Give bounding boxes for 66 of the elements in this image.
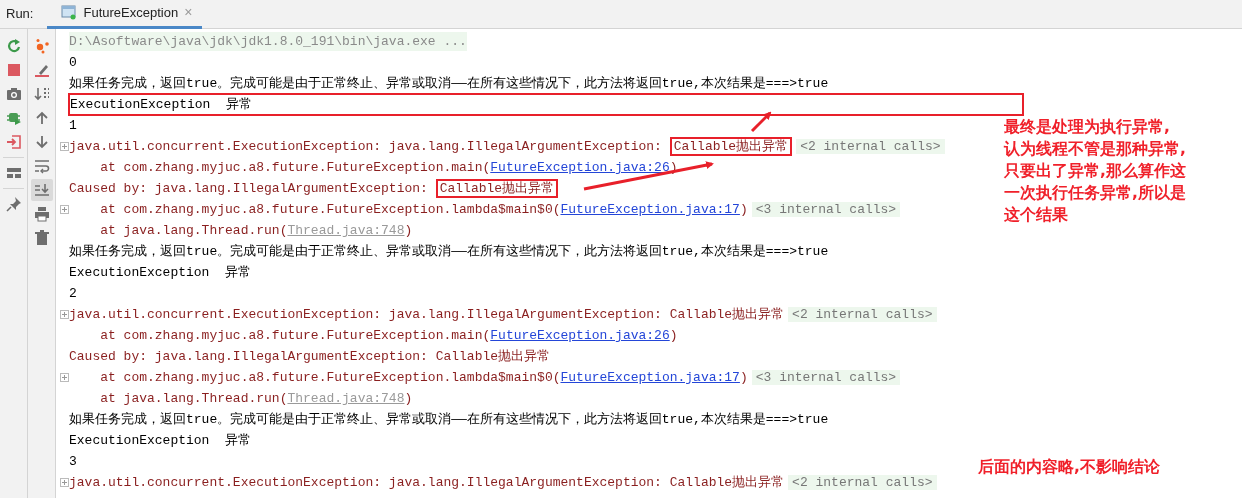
console-text: ) [739, 202, 748, 217]
highlighted-text: Callable抛出异常 [669, 137, 793, 156]
highlighted-text: Callable抛出异常 [435, 179, 559, 198]
run-label: Run: [5, 5, 35, 24]
internal-calls-hint: <2 internal calls> [788, 307, 937, 322]
bug-icon[interactable] [6, 110, 22, 126]
console-text: D:\Asoftware\java\jdk\jdk1.8.0_191\bin\java.exe ... [69, 34, 467, 49]
console-text: Caused by: java.lang.IllegalArgumentException: [69, 181, 429, 196]
console-text: ) [739, 370, 748, 385]
expand-icon[interactable] [60, 142, 69, 151]
console-text: at java.lang.Thread.run( [99, 391, 288, 406]
console-text: 2 [69, 286, 77, 301]
down-arrow-icon[interactable] [34, 134, 50, 150]
console-text: at com.zhang.myjuc.a8.future.FutureException.lambda$main$0( [99, 370, 561, 385]
console-text: 0 [69, 55, 77, 70]
run-tab[interactable]: FutureException × [47, 0, 203, 29]
console-text: ) [404, 223, 413, 238]
console-text: at com.zhang.myjuc.a8.future.FutureException.main( [99, 328, 491, 343]
annotation-note: 最终是处理为执行异常, [1004, 117, 1171, 138]
source-link[interactable]: FutureException.java:17 [560, 370, 740, 385]
console-text: at com.zhang.myjuc.a8.future.FutureException.main( [99, 160, 491, 175]
console-text: 如果任务完成，返回true。完成可能是由于正常终止、异常或取消——在所有这些情况下，此方法将返回true,本次结果是===>true [69, 76, 829, 91]
window-icon [61, 5, 78, 20]
annotation-note: 这个结果 [1004, 205, 1069, 226]
source-link[interactable]: FutureException.java:17 [560, 202, 740, 217]
up-arrow-icon[interactable] [34, 110, 50, 126]
camera-icon[interactable] [6, 86, 22, 102]
wrap-icon[interactable] [34, 158, 50, 174]
annotation-note: 认为线程不管是那种异常, [1004, 139, 1186, 160]
rerun-icon[interactable] [6, 38, 22, 54]
stop-icon[interactable] [6, 62, 22, 78]
console-text: 3 [69, 454, 77, 469]
console-text: java.util.concurrent.ExecutionException: java.lang.IllegalArgumentException: Callable抛出异常 [69, 475, 785, 490]
expand-icon[interactable] [60, 373, 69, 382]
internal-calls-hint: <2 internal calls> [788, 475, 937, 490]
console-text: java.util.concurrent.ExecutionException: java.lang.IllegalArgumentException: Callable抛出异常 [69, 307, 785, 322]
console-text: Caused by: java.lang.IllegalArgumentException: Callable抛出异常 [69, 349, 551, 364]
annotation-note: 只要出了异常,那么算作这 [1004, 161, 1186, 182]
exit-icon[interactable] [6, 134, 22, 150]
dots-icon[interactable] [34, 38, 50, 54]
expand-icon[interactable] [60, 310, 69, 319]
source-link[interactable]: FutureException.java:26 [490, 160, 670, 175]
print-icon[interactable] [34, 206, 50, 222]
console-text: ) [669, 328, 678, 343]
internal-calls-hint: <3 internal calls> [751, 370, 901, 385]
console-text: at com.zhang.myjuc.a8.future.FutureException.lambda$main$0( [99, 202, 561, 217]
arrow [750, 111, 772, 133]
expand-icon[interactable] [60, 478, 69, 487]
console-text: ExecutionException 异常 [69, 265, 252, 280]
console-text: 如果任务完成，返回true。完成可能是由于正常终止、异常或取消——在所有这些情况下，此方法将返回true,本次结果是===>true [69, 244, 829, 259]
annotation-note: 一次执行任务异常,所以是 [1004, 183, 1186, 204]
sort-icon[interactable] [34, 86, 50, 102]
internal-calls-hint: <3 internal calls> [751, 202, 901, 217]
source-link[interactable]: FutureException.java:26 [490, 328, 670, 343]
expand-icon[interactable] [60, 205, 69, 214]
console-text: 如果任务完成，返回true。完成可能是由于正常终止、异常或取消——在所有这些情况下，此方法将返回true,本次结果是===>true [69, 412, 829, 427]
pin-icon[interactable] [6, 196, 22, 212]
console-text: 1 [69, 118, 77, 133]
console-text: ExecutionException 异常 [69, 433, 252, 448]
internal-calls-hint: <2 internal calls> [796, 139, 945, 154]
trash-icon[interactable] [34, 230, 50, 246]
console-text: at java.lang.Thread.run( [99, 223, 288, 238]
console-text: java.util.concurrent.ExecutionException: java.lang.IllegalArgumentException: [69, 139, 663, 154]
layout-icon[interactable] [6, 165, 22, 181]
clear-icon[interactable] [34, 62, 50, 78]
console-text: ) [404, 391, 413, 406]
